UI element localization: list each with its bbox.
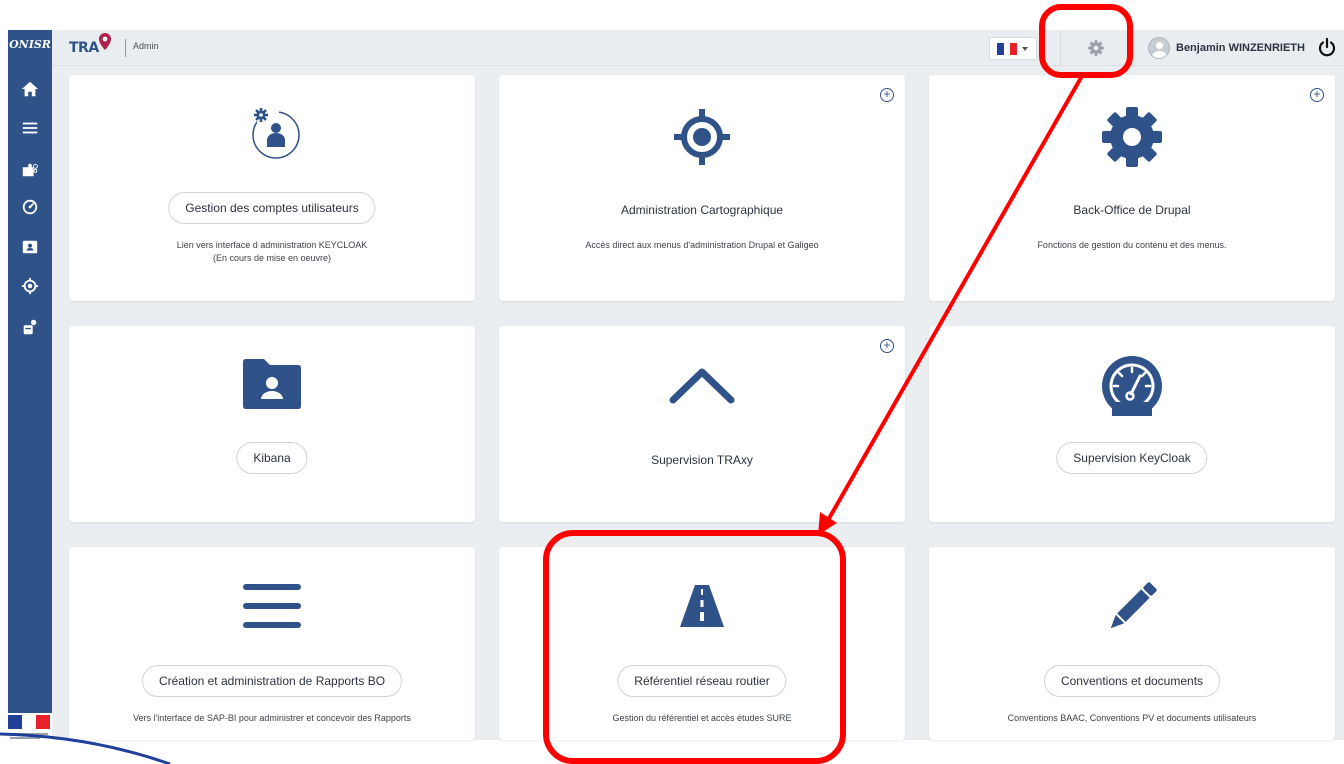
card-drupal-backoffice: + Back-Office de Drupal Fonctions de ges…: [929, 75, 1335, 301]
kibana-button[interactable]: Kibana: [236, 442, 308, 474]
pencil-icon: [929, 575, 1335, 639]
page-subtitle: Admin: [133, 41, 159, 51]
home-icon[interactable]: [20, 79, 40, 99]
header-divider: [1133, 30, 1134, 66]
avatar: [1148, 37, 1170, 59]
onisr-logo: ONISR: [9, 38, 51, 51]
card-user-accounts: Gestion des comptes utilisateurs Lien ve…: [69, 75, 475, 301]
card-title[interactable]: Administration Cartographique: [499, 203, 905, 217]
power-icon[interactable]: [1316, 37, 1338, 59]
menu-icon[interactable]: [20, 118, 40, 138]
plus-icon[interactable]: +: [880, 88, 894, 102]
conventions-button[interactable]: Conventions et documents: [1043, 665, 1221, 697]
traxy-logo[interactable]: TRA: [69, 33, 113, 62]
chevron-down-icon: [1022, 46, 1028, 51]
card-kibana: Kibana: [69, 326, 475, 522]
dashboard-icon[interactable]: [20, 197, 40, 217]
sidebar: ONISR: [8, 30, 52, 740]
crosshair-icon: [499, 105, 905, 169]
chevron-up-icon: [499, 362, 905, 412]
card-conventions: Conventions et documents Conventions BAA…: [929, 547, 1335, 740]
card-description: Accès direct aux menus d'administration …: [585, 240, 819, 250]
speedometer-icon: [929, 354, 1335, 418]
card-title[interactable]: Supervision TRAxy: [499, 453, 905, 467]
card-cartographic-admin: + Administration Cartographique Accès di…: [499, 75, 905, 301]
cog-icon: [929, 105, 1335, 169]
card-description: Conventions BAAC, Conventions PV et docu…: [1007, 713, 1257, 723]
language-select[interactable]: [989, 37, 1037, 60]
user-settings-icon[interactable]: [20, 317, 40, 337]
card-title[interactable]: Back-Office de Drupal: [929, 203, 1335, 217]
french-flag-icon: [997, 42, 1018, 55]
contact-card-icon[interactable]: [20, 237, 40, 257]
card-description-note: (En cours de mise en oeuvre): [212, 253, 332, 263]
card-description: Lien vers interface d administration KEY…: [176, 240, 368, 250]
target-icon[interactable]: [20, 276, 40, 296]
card-keycloak-supervision: Supervision KeyCloak: [929, 326, 1335, 522]
top-header: TRA Admin Benjamin WINZENRIETH: [52, 30, 1344, 66]
bo-reports-button[interactable]: Création et administration de Rapports B…: [141, 665, 403, 697]
folder-user-icon: [69, 356, 475, 412]
decorative-curve: [0, 732, 171, 764]
brand-text: TRA: [69, 40, 99, 56]
user-accounts-button[interactable]: Gestion des comptes utilisateurs: [168, 192, 376, 224]
card-description: Fonctions de gestion du contenu et des m…: [1037, 240, 1227, 250]
user-menu[interactable]: Benjamin WINZENRIETH: [1148, 36, 1305, 60]
card-description: Vers l'interface de SAP-BI pour administ…: [133, 713, 411, 723]
puzzle-icon[interactable]: [20, 160, 40, 180]
bars-icon: [69, 581, 475, 631]
brand-divider: [125, 39, 126, 57]
map-pin-icon: [98, 33, 111, 50]
keycloak-supervision-button[interactable]: Supervision KeyCloak: [1056, 442, 1208, 474]
user-name: Benjamin WINZENRIETH: [1176, 42, 1305, 54]
app-window: ONISR TRA Admin Benjamin WINZENRIETH Ges…: [0, 0, 1344, 764]
plus-icon[interactable]: +: [1310, 88, 1324, 102]
plus-icon[interactable]: +: [880, 339, 894, 353]
card-bo-reports: Création et administration de Rapports B…: [69, 547, 475, 740]
card-traxy-supervision: + Supervision TRAxy: [499, 326, 905, 522]
user-gear-icon: [69, 103, 475, 165]
settings-highlight: [1039, 4, 1133, 78]
road-network-highlight: [543, 530, 846, 764]
